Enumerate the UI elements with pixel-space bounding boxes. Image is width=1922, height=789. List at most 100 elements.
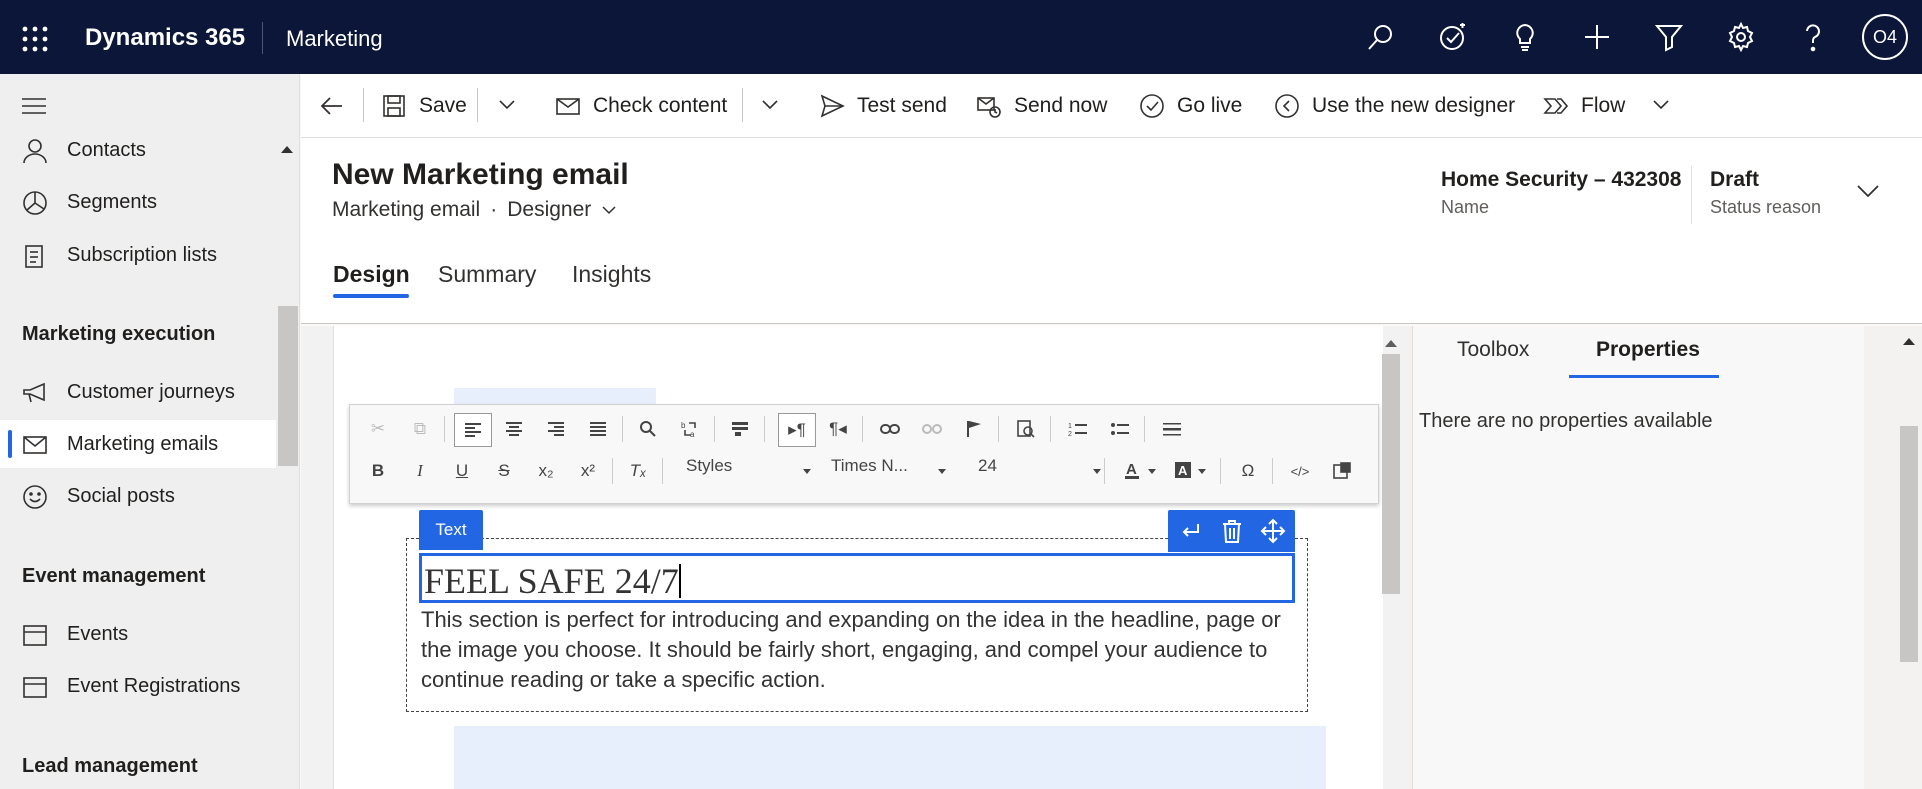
back-button[interactable] — [319, 88, 345, 124]
bold-icon[interactable]: B — [364, 457, 392, 485]
flow-icon — [1543, 93, 1569, 119]
source-code-icon[interactable]: </> — [1286, 457, 1314, 485]
flow-button[interactable]: Flow — [1543, 88, 1625, 124]
command-bar: Save Check content Test send Send now Go… — [301, 74, 1922, 138]
body-paragraph[interactable]: This section is perfect for introducing … — [421, 605, 1291, 695]
nav-item-events[interactable]: Events — [0, 610, 276, 658]
align-right-icon[interactable] — [542, 415, 570, 443]
nav-item-subscription-lists[interactable]: Subscription lists — [0, 231, 276, 279]
brand-title[interactable]: Dynamics 365 — [85, 24, 245, 52]
test-send-button[interactable]: Test send — [819, 88, 947, 124]
canvas-scroll-thumb[interactable] — [1382, 354, 1400, 594]
background-color-icon[interactable]: A — [1172, 457, 1212, 485]
flow-chevron-icon[interactable] — [1651, 98, 1671, 112]
italic-icon[interactable]: I — [406, 457, 434, 485]
help-icon[interactable] — [1798, 22, 1828, 52]
text-direction-ltr-icon[interactable]: ▸¶ — [778, 413, 816, 447]
text-block-tag: Text — [419, 510, 483, 550]
link-icon[interactable] — [876, 415, 904, 443]
check-content-label: Check content — [593, 94, 728, 117]
task-check-icon[interactable] — [1438, 22, 1468, 52]
find-icon[interactable] — [634, 415, 662, 443]
superscript-icon[interactable]: x² — [574, 457, 602, 485]
preview-icon[interactable] — [1012, 415, 1040, 443]
replace-icon[interactable]: ba — [676, 415, 704, 443]
megaphone-icon — [22, 380, 48, 406]
clear-formatting-icon[interactable]: Tₓ — [624, 457, 652, 485]
styles-dropdown[interactable]: Styles — [686, 456, 812, 488]
check-content-button[interactable]: Check content — [555, 88, 727, 124]
delete-icon[interactable] — [1219, 518, 1245, 544]
form-selector[interactable]: Designer — [507, 198, 591, 222]
bulleted-list-icon[interactable] — [1106, 415, 1134, 443]
cut-icon[interactable]: ✂ — [364, 415, 392, 443]
collapse-caret-icon[interactable] — [280, 144, 294, 154]
nav-item-contacts[interactable]: Contacts — [0, 126, 276, 174]
nav-item-label: Marketing emails — [67, 433, 219, 455]
dropdown-arrow-icon — [803, 469, 811, 474]
select-parent-icon[interactable] — [1178, 518, 1204, 544]
hamburger-menu-icon[interactable] — [22, 98, 48, 114]
special-character-icon[interactable]: Ω — [1234, 457, 1262, 485]
nav-item-marketing-emails[interactable]: Marketing emails — [0, 420, 276, 468]
text-direction-rtl-icon[interactable]: ¶◂ — [824, 415, 852, 443]
canvas-scrollbar[interactable] — [1379, 334, 1403, 789]
name-field-value: Home Security – 432308 — [1441, 168, 1682, 191]
justify-icon[interactable] — [584, 415, 612, 443]
unlink-icon[interactable] — [918, 415, 946, 443]
horizontal-rule-icon[interactable] — [1158, 415, 1186, 443]
align-left-icon[interactable] — [454, 413, 492, 447]
filter-icon[interactable] — [1654, 22, 1684, 52]
paste-block-icon[interactable] — [1328, 457, 1356, 485]
plus-icon[interactable] — [1582, 22, 1612, 52]
use-new-designer-button[interactable]: Use the new designer — [1274, 88, 1515, 124]
font-size-dropdown[interactable]: 24 — [978, 456, 1102, 488]
gear-icon[interactable] — [1726, 22, 1756, 52]
copy-icon[interactable]: ⧉ — [406, 415, 434, 443]
back-arrow-icon — [320, 97, 342, 115]
headline-editable[interactable]: FEEL SAFE 24/7 — [419, 553, 1295, 603]
selected-indicator — [8, 430, 12, 458]
image-placeholder-bottom[interactable] — [454, 726, 1326, 789]
search-icon[interactable] — [1366, 22, 1396, 52]
user-avatar[interactable]: O4 — [1862, 14, 1908, 60]
nav-item-customer-journeys[interactable]: Customer journeys — [0, 368, 276, 416]
properties-scrollbar[interactable] — [1896, 326, 1922, 789]
tab-toolbox[interactable]: Toolbox — [1457, 338, 1529, 362]
save-options-chevron-icon[interactable] — [497, 98, 517, 112]
nav-section-marketing-execution: Marketing execution — [22, 323, 216, 345]
numbered-list-icon[interactable]: 12 — [1064, 415, 1092, 443]
tab-insights[interactable]: Insights — [572, 261, 651, 288]
nav-item-label: Segments — [67, 191, 158, 213]
strikethrough-icon[interactable]: S — [490, 457, 518, 485]
go-live-button[interactable]: Go live — [1139, 88, 1242, 124]
tab-summary[interactable]: Summary — [438, 261, 536, 288]
move-icon[interactable] — [1260, 518, 1286, 544]
save-button[interactable]: Save — [381, 88, 467, 124]
send-now-button[interactable]: Send now — [976, 88, 1107, 124]
text-color-icon[interactable]: A — [1122, 457, 1162, 485]
align-center-icon[interactable] — [500, 415, 528, 443]
svg-text:A: A — [1178, 463, 1188, 478]
app-launcher-icon[interactable] — [20, 24, 50, 54]
header-expand-chevron-icon[interactable] — [1855, 182, 1881, 200]
properties-scroll-thumb[interactable] — [1900, 426, 1918, 662]
subscript-icon[interactable]: x₂ — [532, 457, 560, 485]
test-send-label: Test send — [857, 94, 947, 117]
underline-icon[interactable]: U — [448, 457, 476, 485]
font-dropdown[interactable]: Times N... — [831, 456, 947, 488]
nav-scrollbar[interactable] — [278, 306, 298, 466]
check-content-chevron-icon[interactable] — [760, 98, 780, 112]
app-name[interactable]: Marketing — [286, 26, 383, 52]
form-selector-chevron-icon[interactable] — [601, 204, 617, 216]
anchor-flag-icon[interactable] — [960, 415, 988, 443]
block-quote-icon[interactable] — [726, 415, 754, 443]
scroll-up-icon[interactable] — [1384, 338, 1398, 348]
scroll-up-icon[interactable] — [1902, 336, 1916, 346]
nav-item-segments[interactable]: Segments — [0, 178, 276, 226]
nav-item-social-posts[interactable]: Social posts — [0, 472, 276, 520]
lightbulb-icon[interactable] — [1510, 22, 1540, 52]
nav-item-event-registrations[interactable]: Event Registrations — [0, 662, 276, 710]
tab-design[interactable]: Design — [333, 261, 410, 288]
tab-properties[interactable]: Properties — [1596, 338, 1700, 362]
